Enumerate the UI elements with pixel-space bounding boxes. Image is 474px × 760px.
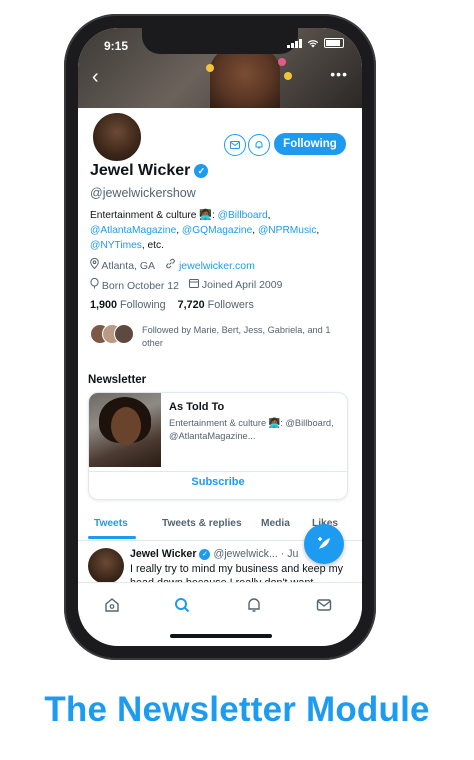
newsletter-section-title: Newsletter [88,374,147,386]
profile-avatar[interactable] [90,110,144,164]
notch [142,28,298,54]
caption-title: The Newsletter Module [44,690,430,729]
tweet-author: Jewel Wicker [130,548,197,560]
newsletter-author-photo [89,393,161,467]
mention-link[interactable]: @NYTimes [90,240,142,251]
joined-date: Joined April 2009 [201,279,283,291]
tweet-header: Jewel Wicker ✓ @jewelwick... · Ju [130,548,298,560]
following-button[interactable]: Following [274,133,346,155]
profile-name-row: Jewel Wicker ✓ [90,162,209,180]
mention-link[interactable]: @GQMagazine [182,225,252,236]
home-indicator [170,634,272,638]
tab-tweets[interactable]: Tweets [94,518,128,529]
birthday: Born October 12 [101,280,179,292]
mention-link[interactable]: @Billboard [218,210,268,221]
twitter-profile-screen: 9:15 ‹ ••• Following Jewel Wicker ✓ @jew… [78,28,362,646]
status-time: 9:15 [104,39,129,53]
cellular-signal-icon [287,38,302,48]
followers-stat[interactable]: 7,720 Followers [178,299,254,311]
search-icon[interactable] [174,597,190,613]
verified-badge-icon: ✓ [199,548,211,560]
tweet-avatar[interactable] [88,548,124,584]
tweet-handle: @jewelwick... [213,548,278,560]
calendar-icon [188,279,199,288]
back-arrow-icon[interactable]: ‹ [92,66,99,89]
message-button[interactable] [224,134,246,156]
newsletter-title: As Told To [169,401,225,413]
status-bar: 9:15 [78,28,362,56]
tweet-text: I really try to mind my business and kee… [130,563,344,582]
mail-icon [230,141,240,149]
profile-handle: @jewelwickershow [90,186,196,200]
home-icon[interactable] [104,597,120,613]
profile-bio: Entertainment & culture 👩🏾‍💻: @Billboard… [90,210,320,251]
bottom-nav-bar [78,582,362,629]
woman-technologist-emoji: 👩🏾‍💻 [199,210,212,221]
card-divider [89,471,347,472]
tab-media[interactable]: Media [261,518,290,529]
active-tab-indicator [88,536,136,539]
more-options-icon[interactable]: ••• [330,66,348,82]
following-stat[interactable]: 1,900 Following [90,299,166,311]
profile-meta-row-2: Born October 12 Joined April 2009 [90,277,283,292]
newsletter-card[interactable]: As Told To Entertainment & culture 👩🏾‍💻:… [88,392,348,500]
wifi-icon [307,39,319,47]
follow-stats: 1,900 Following 7,720 Followers [90,299,254,311]
feather-plus-icon [318,537,330,549]
mail-icon[interactable] [316,597,332,613]
mention-link[interactable]: @AtlantaMagazine [90,225,176,236]
website-link[interactable]: jewelwicker.com [179,260,255,272]
follower-avatars [90,324,134,350]
balloon-icon [90,277,99,289]
compose-tweet-button[interactable] [304,524,344,564]
battery-icon [324,38,344,48]
avatar [114,324,134,344]
tab-tweets-replies[interactable]: Tweets & replies [162,518,242,529]
location: Atlanta, GA [101,260,156,272]
verified-badge-icon: ✓ [194,164,209,178]
subscribe-button[interactable]: Subscribe [89,476,347,488]
newsletter-description: Entertainment & culture 👩🏾‍💻: @Billboard… [169,418,334,441]
location-pin-icon [90,257,99,270]
notifications-button[interactable] [248,134,270,156]
bell-icon[interactable] [246,597,262,613]
mention-link[interactable]: @NPRMusic [258,225,316,236]
bell-plus-icon [255,141,263,149]
tweet-date: · Ju [280,548,299,560]
followed-by-text: Followed by Marie, Bert, Jess, Gabriela,… [142,325,331,348]
profile-name: Jewel Wicker [90,162,191,179]
profile-meta-row-1: Atlanta, GA jewelwicker.com [90,257,255,272]
followed-by-row[interactable]: Followed by Marie, Bert, Jess, Gabriela,… [90,324,342,350]
link-icon [166,258,175,269]
